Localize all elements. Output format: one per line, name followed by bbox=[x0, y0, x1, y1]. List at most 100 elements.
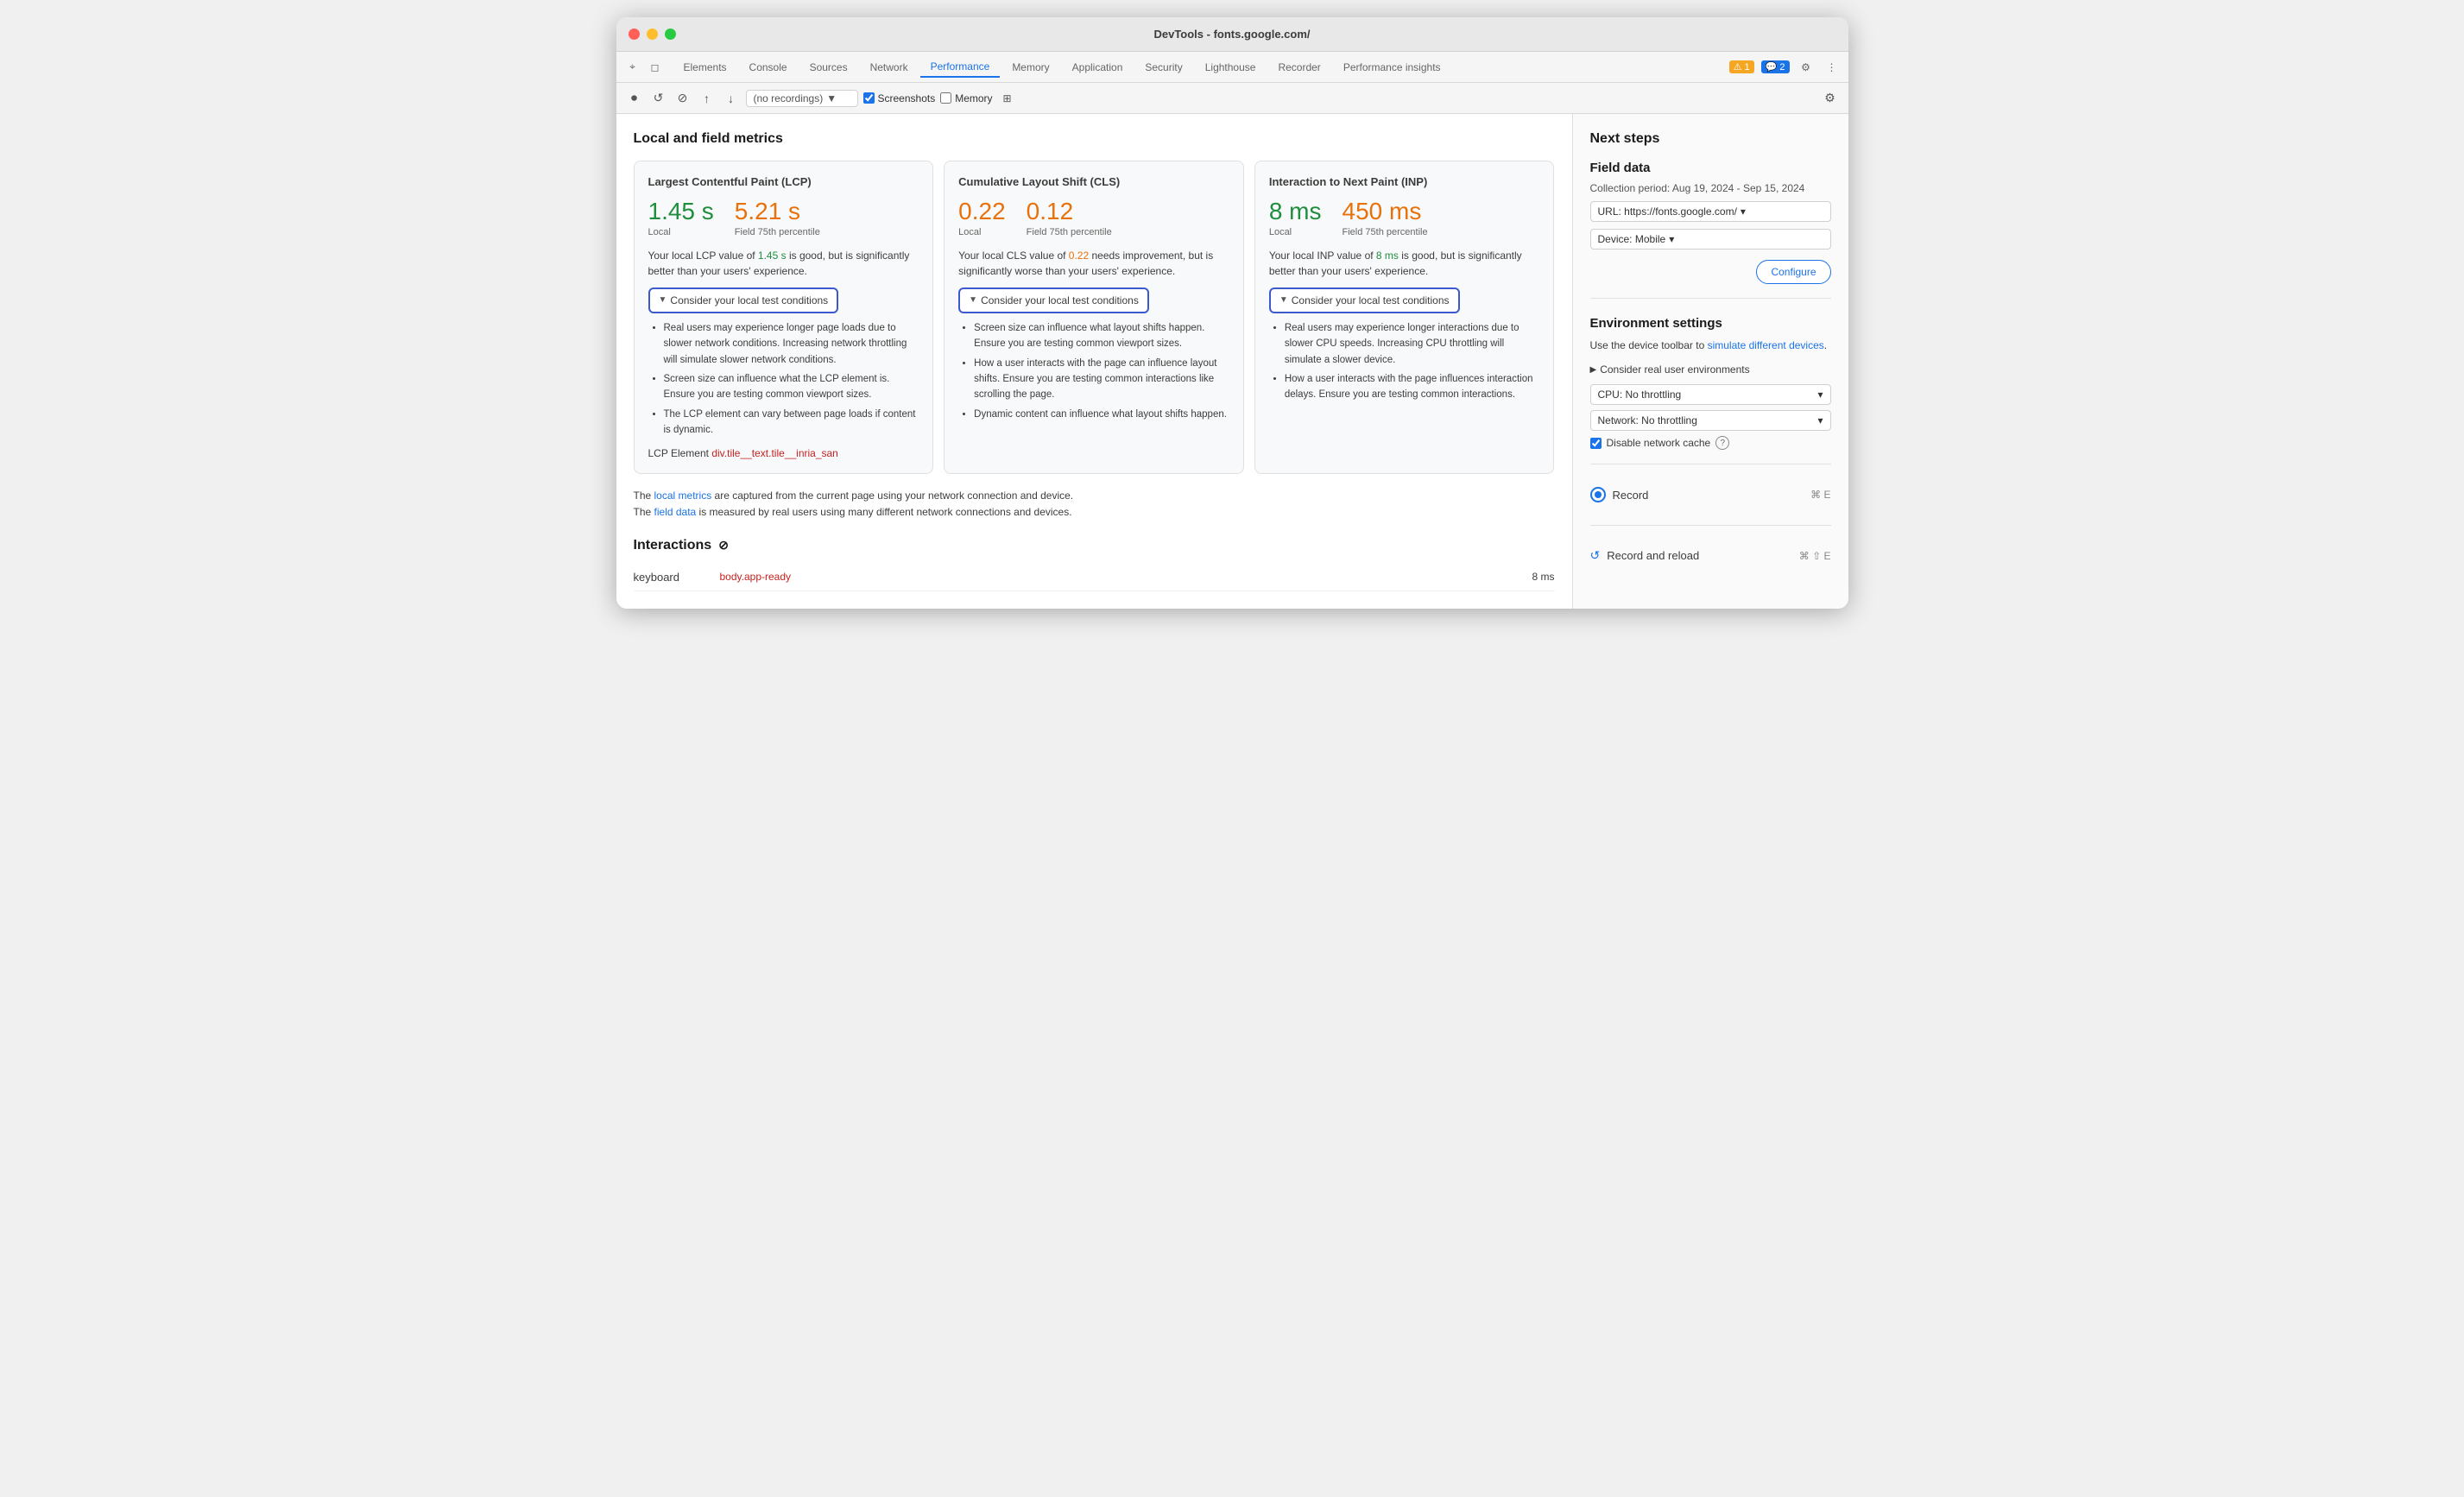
warning-badge: ⚠ 1 bbox=[1729, 60, 1754, 73]
lcp-bullet-1: Real users may experience longer page lo… bbox=[664, 320, 919, 368]
network-dropdown[interactable]: Network: No throttling ▾ bbox=[1590, 410, 1831, 431]
local-metrics-link[interactable]: local metrics bbox=[654, 490, 712, 502]
inp-field-value: 450 ms bbox=[1343, 199, 1428, 225]
memory-settings-icon[interactable]: ⊞ bbox=[998, 89, 1017, 108]
fullscreen-button[interactable] bbox=[665, 28, 676, 40]
cls-local-value: 0.22 bbox=[958, 199, 1006, 225]
tab-application[interactable]: Application bbox=[1062, 58, 1134, 77]
interaction-name: keyboard bbox=[634, 571, 720, 584]
cls-local-label: Local bbox=[958, 227, 1006, 237]
tabbar: ⌖ ◻ Elements Console Sources Network Per… bbox=[616, 52, 1848, 83]
inp-field-group: 450 ms Field 75th percentile bbox=[1343, 199, 1428, 237]
device-dropdown[interactable]: Device: Mobile ▾ bbox=[1590, 229, 1831, 250]
cpu-dropdown[interactable]: CPU: No throttling ▾ bbox=[1590, 384, 1831, 405]
network-chevron-icon: ▾ bbox=[1817, 414, 1823, 426]
tab-security[interactable]: Security bbox=[1134, 58, 1192, 77]
lcp-element: LCP Element div.tile__text.tile__inria_s… bbox=[648, 447, 919, 459]
record-reload-label: Record and reload bbox=[1607, 549, 1699, 562]
inp-local-group: 8 ms Local bbox=[1269, 199, 1322, 237]
memory-checkbox[interactable] bbox=[940, 92, 951, 104]
window-title: DevTools - fonts.google.com/ bbox=[1153, 28, 1310, 41]
more-icon[interactable]: ⋮ bbox=[1823, 58, 1842, 77]
recordings-dropdown[interactable]: (no recordings) ▼ bbox=[746, 90, 858, 107]
simulate-devices-link[interactable]: simulate different devices bbox=[1708, 339, 1824, 351]
cls-field-group: 0.12 Field 75th percentile bbox=[1027, 199, 1112, 237]
cls-field-value: 0.12 bbox=[1027, 199, 1112, 225]
inspect-icon[interactable]: ◻ bbox=[646, 58, 665, 77]
upload-icon[interactable]: ↑ bbox=[698, 89, 717, 108]
inp-card: Interaction to Next Paint (INP) 8 ms Loc… bbox=[1254, 161, 1555, 474]
screenshots-checkbox[interactable] bbox=[863, 92, 875, 104]
field-data-block: Field data Collection period: Aug 19, 20… bbox=[1590, 161, 1831, 284]
cpu-label: CPU: No throttling bbox=[1598, 388, 1682, 401]
cls-desc: Your local CLS value of 0.22 needs impro… bbox=[958, 248, 1229, 279]
lcp-element-link[interactable]: div.tile__text.tile__inria_san bbox=[711, 447, 838, 459]
close-button[interactable] bbox=[629, 28, 640, 40]
interaction-element: body.app-ready bbox=[720, 571, 1532, 583]
help-icon[interactable]: ? bbox=[1715, 436, 1729, 450]
cursor-icon[interactable]: ⌖ bbox=[623, 58, 642, 77]
inp-bullets: Real users may experience longer interac… bbox=[1269, 320, 1540, 403]
clear-icon[interactable]: ⊘ bbox=[673, 89, 692, 108]
toolbar-settings-icon[interactable]: ⚙ bbox=[1821, 89, 1840, 108]
url-dropdown[interactable]: URL: https://fonts.google.com/ ▾ bbox=[1590, 201, 1831, 222]
tab-performance[interactable]: Performance bbox=[920, 57, 1001, 78]
inp-bullet-2: How a user interacts with the page influ… bbox=[1285, 371, 1540, 403]
inp-desc: Your local INP value of 8 ms is good, bu… bbox=[1269, 248, 1540, 279]
record-button[interactable]: Record bbox=[1590, 487, 1649, 502]
consider-real-env[interactable]: Consider real user environments bbox=[1590, 363, 1831, 376]
inp-bullet-1: Real users may experience longer interac… bbox=[1285, 320, 1540, 368]
device-label: Device: Mobile bbox=[1598, 233, 1666, 245]
field-data-title: Field data bbox=[1590, 161, 1831, 175]
minimize-button[interactable] bbox=[647, 28, 658, 40]
record-reload-row: ↺ Record and reload ⌘ ⇧ E bbox=[1590, 540, 1831, 572]
tab-lighthouse[interactable]: Lighthouse bbox=[1195, 58, 1267, 77]
chevron-down-icon: ▼ bbox=[826, 92, 837, 104]
lcp-consider-box[interactable]: Consider your local test conditions bbox=[648, 287, 839, 313]
tab-performance-insights[interactable]: Performance insights bbox=[1333, 58, 1451, 77]
tab-network[interactable]: Network bbox=[860, 58, 919, 77]
toolbar-right: ⚙ bbox=[1821, 89, 1840, 108]
record-reload-button[interactable]: ↺ Record and reload bbox=[1590, 548, 1700, 563]
inp-local-label: Local bbox=[1269, 227, 1322, 237]
inp-local-value: 8 ms bbox=[1269, 199, 1322, 225]
tabbar-right: ⚠ 1 💬 2 ⚙ ⋮ bbox=[1729, 58, 1842, 77]
cpu-chevron-icon: ▾ bbox=[1817, 388, 1823, 401]
configure-button[interactable]: Configure bbox=[1756, 260, 1830, 284]
tab-elements[interactable]: Elements bbox=[673, 58, 737, 77]
interactions-title: Interactions ⊘ bbox=[634, 538, 1555, 553]
interactions-icon: ⊘ bbox=[718, 538, 729, 553]
record-row: Record ⌘ E bbox=[1590, 478, 1831, 511]
lcp-title: Largest Contentful Paint (LCP) bbox=[648, 175, 919, 188]
settings-icon[interactable]: ⚙ bbox=[1797, 58, 1816, 77]
network-label: Network: No throttling bbox=[1598, 414, 1697, 426]
info-badge: 💬 2 bbox=[1761, 60, 1790, 73]
cls-field-label: Field 75th percentile bbox=[1027, 227, 1112, 237]
metric-cards: Largest Contentful Paint (LCP) 1.45 s Lo… bbox=[634, 161, 1555, 474]
tab-console[interactable]: Console bbox=[739, 58, 798, 77]
lcp-local-group: 1.45 s Local bbox=[648, 199, 714, 237]
device-chevron-icon: ▾ bbox=[1669, 233, 1674, 245]
inp-consider-box[interactable]: Consider your local test conditions bbox=[1269, 287, 1460, 313]
tab-memory[interactable]: Memory bbox=[1001, 58, 1059, 77]
tab-recorder[interactable]: Recorder bbox=[1267, 58, 1330, 77]
lcp-bullet-2: Screen size can influence what the LCP e… bbox=[664, 371, 919, 403]
cls-bullets: Screen size can influence what layout sh… bbox=[958, 320, 1229, 422]
refresh-icon[interactable]: ↺ bbox=[649, 89, 668, 108]
url-label: URL: https://fonts.google.com/ bbox=[1598, 205, 1737, 218]
lcp-values: 1.45 s Local 5.21 s Field 75th percentil… bbox=[648, 199, 919, 237]
lcp-desc: Your local LCP value of 1.45 s is good, … bbox=[648, 248, 919, 279]
inp-title: Interaction to Next Paint (INP) bbox=[1269, 175, 1540, 188]
cls-consider-box[interactable]: Consider your local test conditions bbox=[958, 287, 1149, 313]
tab-sources[interactable]: Sources bbox=[799, 58, 858, 77]
field-data-link[interactable]: field data bbox=[654, 506, 697, 518]
lcp-card: Largest Contentful Paint (LCP) 1.45 s Lo… bbox=[634, 161, 934, 474]
record-reload-shortcut: ⌘ ⇧ E bbox=[1799, 550, 1831, 562]
lcp-bullets: Real users may experience longer page lo… bbox=[648, 320, 919, 439]
next-steps-title: Next steps bbox=[1590, 131, 1831, 147]
download-icon[interactable]: ↓ bbox=[722, 89, 741, 108]
record-icon[interactable]: ⏺ bbox=[625, 89, 644, 108]
right-panel: Next steps Field data Collection period:… bbox=[1572, 114, 1848, 609]
disable-cache-checkbox[interactable] bbox=[1590, 438, 1602, 449]
record-circle-icon bbox=[1590, 487, 1606, 502]
